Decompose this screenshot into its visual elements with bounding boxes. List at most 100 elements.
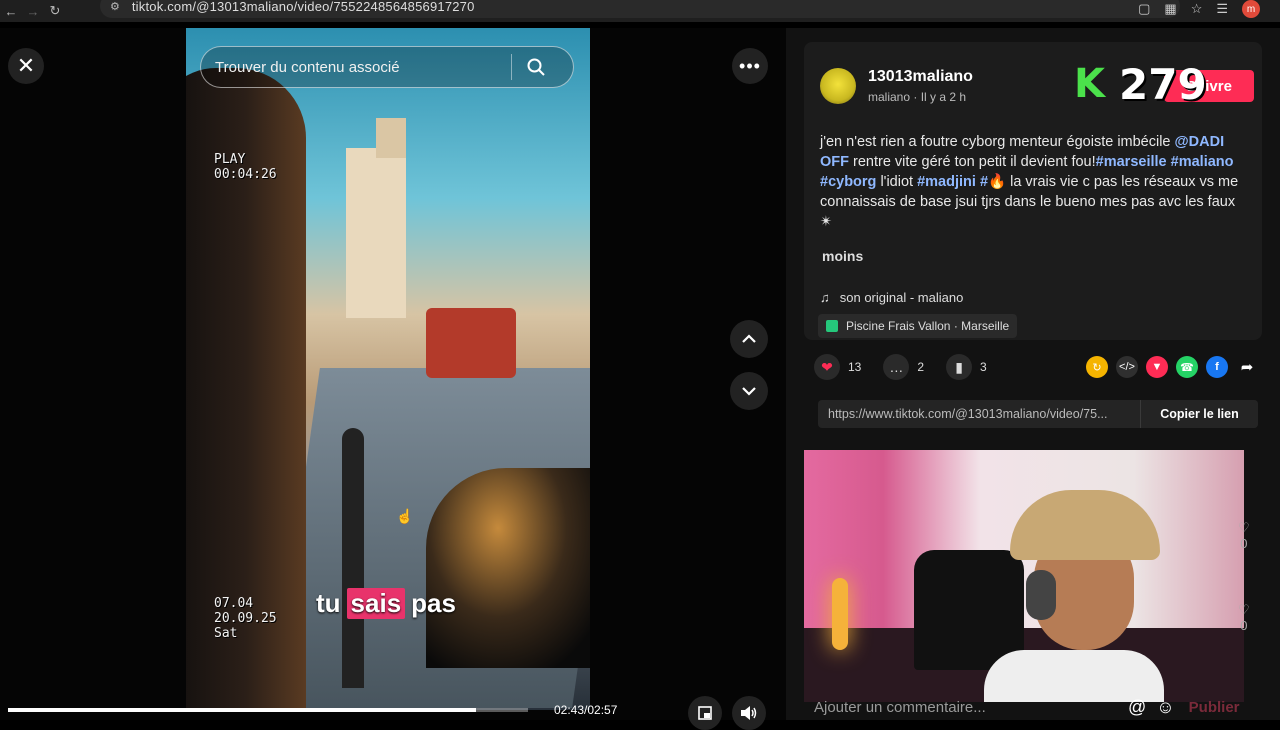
hashtag-link[interactable]: #maliano: [1171, 154, 1234, 170]
share-link-box: https://www.tiktok.com/@13013maliano/vid…: [818, 400, 1258, 428]
picture-in-picture-button[interactable]: [688, 696, 722, 730]
copy-link-button[interactable]: Copier le lien: [1140, 400, 1258, 428]
close-button[interactable]: ✕: [8, 48, 44, 84]
close-icon: ✕: [16, 53, 36, 78]
desc-text: j'en n'est rien a foutre cyborg menteur …: [820, 134, 1175, 150]
stream-counter-overlay: K 279: [1074, 59, 1254, 109]
hashtag-link[interactable]: #marseille: [1096, 154, 1167, 170]
save-count: 3: [980, 360, 987, 374]
comment-like-count: 0: [1240, 618, 1248, 633]
webcam-overlay: [804, 450, 1244, 702]
send-icon[interactable]: ▼: [1146, 356, 1168, 378]
share-link-text[interactable]: https://www.tiktok.com/@13013maliano/vid…: [818, 407, 1140, 421]
video-scene-car: [426, 468, 590, 668]
subtitle-word: pas: [411, 588, 456, 618]
next-video-button[interactable]: [730, 372, 768, 410]
volume-button[interactable]: [732, 696, 766, 730]
video-subtitle: tu sais pas: [316, 588, 456, 619]
heart-icon: ❤: [814, 354, 840, 380]
subtitle-word-highlighted: sais: [346, 588, 406, 619]
vhs-timecode: 00:04:26: [214, 167, 277, 182]
composer-icons: @ ☺: [1128, 697, 1175, 718]
chevron-up-icon: [742, 334, 756, 343]
pip-icon: [698, 706, 712, 720]
location-pin-icon: [826, 320, 838, 332]
post-description: j'en n'est rien a foutre cyborg menteur …: [820, 132, 1250, 232]
hashtag-link[interactable]: #madjini: [917, 174, 976, 190]
bookmark-star-icon[interactable]: ☆: [1191, 1, 1203, 17]
music-link[interactable]: ♫ son original - maliano: [820, 290, 963, 305]
music-note-icon: ♫: [820, 290, 830, 305]
address-bar[interactable]: ⚙ tiktok.com/@13013maliano/video/7552248…: [100, 0, 1180, 18]
post-info-card: 13013maliano maliano · Il y a 2 h Suivre…: [804, 42, 1262, 340]
more-options-button[interactable]: •••: [732, 48, 768, 84]
webcam-chair: [914, 550, 1024, 670]
related-search-input[interactable]: [201, 58, 511, 76]
webcam-hat: [1010, 490, 1160, 560]
site-info-icon[interactable]: ⚙: [110, 0, 120, 13]
facebook-icon[interactable]: f: [1206, 356, 1228, 378]
vhs-time: 07.04: [214, 596, 254, 611]
comment-input[interactable]: [804, 698, 1122, 716]
comment-like-2[interactable]: ♡ 0: [1238, 602, 1250, 633]
location-chip[interactable]: Piscine Frais Vallon · Marseille: [818, 314, 1018, 338]
share-buttons: ↻ </> ▼ ☎ f ➦: [1086, 356, 1258, 378]
reading-list-icon[interactable]: ☰: [1216, 1, 1228, 17]
url-text: tiktok.com/@13013maliano/video/755224856…: [131, 0, 475, 14]
like-count: 13: [848, 360, 862, 374]
video-player: ✕ ••• PLAY 00:04:26 07.04 20.09.25 Sat t…: [0, 28, 786, 730]
webcam-headset: [1026, 570, 1056, 620]
counter-value: 279: [1119, 59, 1207, 109]
video-scene-tower: [376, 118, 406, 158]
reload-icon[interactable]: ↻: [44, 0, 66, 22]
chevron-down-icon: [742, 387, 756, 396]
kick-logo-icon: K: [1074, 61, 1105, 107]
video-time-readout: 02:43/02:57: [554, 703, 618, 717]
embed-icon[interactable]: </>: [1116, 356, 1138, 378]
comment-bubble-icon: …: [883, 354, 910, 380]
search-icon[interactable]: [512, 47, 560, 87]
forward-icon[interactable]: →: [22, 0, 44, 22]
comment-action[interactable]: … 2: [883, 354, 924, 380]
whatsapp-icon[interactable]: ☎: [1176, 356, 1198, 378]
repost-icon[interactable]: ↻: [1086, 356, 1108, 378]
install-app-icon[interactable]: ▢: [1138, 1, 1150, 17]
author-avatar[interactable]: [820, 68, 856, 104]
location-label: Piscine Frais Vallon · Marseille: [846, 319, 1010, 333]
video-scene-bollard: [342, 428, 364, 688]
back-icon[interactable]: ←: [0, 0, 22, 22]
vhs-play-label: PLAY: [214, 152, 246, 167]
show-less-link[interactable]: moins: [822, 248, 863, 264]
desc-text: l'idiot: [876, 174, 918, 190]
video-scene-church: [346, 148, 406, 318]
share-arrow-icon[interactable]: ➦: [1236, 356, 1258, 378]
ellipsis-icon: •••: [739, 55, 761, 76]
save-action[interactable]: ▮ 3: [946, 354, 987, 380]
heart-outline-icon: ♡: [1238, 602, 1250, 617]
translate-icon[interactable]: ▦: [1164, 1, 1176, 17]
profile-avatar[interactable]: m: [1242, 0, 1260, 18]
video-progress-bar[interactable]: [8, 708, 528, 712]
emoji-icon[interactable]: ☺: [1156, 697, 1174, 718]
publish-button[interactable]: Publier: [1189, 699, 1240, 716]
previous-video-button[interactable]: [730, 320, 768, 358]
browser-actions: ▢ ▦ ☆ ☰ m: [1138, 0, 1260, 18]
hashtag-link[interactable]: #cyborg: [820, 174, 876, 190]
heart-outline-icon: ♡: [1238, 520, 1250, 535]
comment-composer: @ ☺ Publier: [804, 694, 1280, 720]
mention-icon[interactable]: @: [1128, 697, 1146, 718]
like-action[interactable]: ❤ 13: [814, 354, 861, 380]
vhs-overlay-top: PLAY 00:04:26: [214, 152, 277, 182]
video-scene-truck: [426, 308, 516, 378]
related-search-field[interactable]: [200, 46, 574, 88]
comment-count: 2: [917, 360, 925, 374]
comment-like-1[interactable]: ♡ 0: [1238, 520, 1250, 551]
author-meta: maliano · Il y a 2 h: [868, 90, 967, 104]
author-username[interactable]: 13013maliano: [868, 68, 973, 86]
vhs-overlay-bottom: 07.04 20.09.25 Sat: [214, 596, 277, 641]
vhs-day: Sat: [214, 626, 238, 641]
engagement-actions: ❤ 13 … 2 ▮ 3: [814, 354, 995, 380]
subtitle-word: tu: [316, 588, 341, 618]
vhs-date: 20.09.25: [214, 611, 277, 626]
hashtag-link[interactable]: #: [980, 174, 988, 190]
